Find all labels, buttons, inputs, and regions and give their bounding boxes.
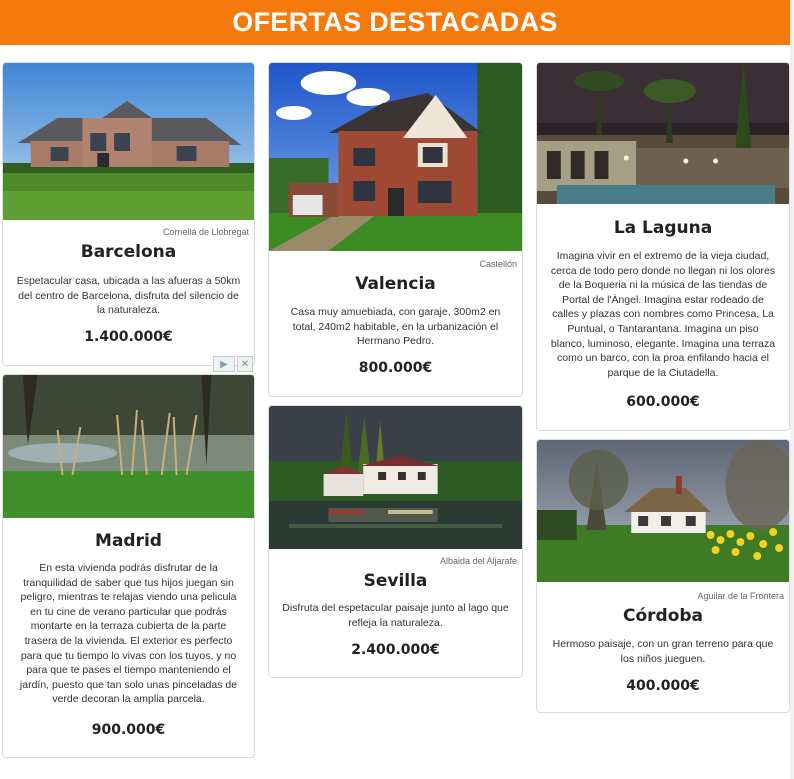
listing-price: 2.400.000€ xyxy=(351,642,440,658)
listing-description: Espetacular casa, ubicada a las afueras … xyxy=(16,275,241,317)
listing-description: Imagina vivir en el extremo de la vieja … xyxy=(550,250,776,379)
listing-card-sevilla[interactable]: Albaida del Aljarafe Sevilla Disfruta de… xyxy=(268,405,523,678)
listing-price: 800.000€ xyxy=(358,360,433,376)
listing-photo-madrid[interactable] xyxy=(3,375,254,518)
listing-location: Castellón xyxy=(479,259,517,269)
listing-card-barcelona[interactable]: Cornellá de Llobregat Barcelona Espetacu… xyxy=(2,62,255,366)
listing-description: Disfruta del espetacular paisaje junto a… xyxy=(282,602,509,629)
page-title: OFERTAS DESTACADAS xyxy=(232,7,558,37)
listing-location: Albaida del Aljarafe xyxy=(439,556,517,566)
listing-price: 600.000€ xyxy=(626,394,700,410)
listing-photo-barcelona[interactable] xyxy=(3,63,254,220)
listing-description: Casa muy amuebiada, con garaje, 300m2 en… xyxy=(290,306,501,348)
listing-photo-valencia[interactable] xyxy=(269,63,522,251)
ad-play-icon[interactable]: ▶ xyxy=(213,356,235,372)
listing-price: 1.400.000€ xyxy=(84,329,173,345)
ad-close-icon[interactable]: ✕ xyxy=(237,356,253,372)
listing-card-cordoba[interactable]: Aguilar de la Frontera Córdoba Hermoso p… xyxy=(536,439,790,713)
listing-card-madrid[interactable]: Madrid En esta vivienda podrás disfrutar… xyxy=(2,374,255,758)
listing-location: Cornellá de Llobregat xyxy=(162,227,249,237)
listing-description: En esta vivienda podrás disfrutar de la … xyxy=(19,562,238,706)
listing-city[interactable]: La Laguna xyxy=(537,218,789,238)
ad-badge[interactable]: ▶ ✕ xyxy=(213,356,253,372)
listing-price: 400.000€ xyxy=(626,678,700,694)
listing-city[interactable]: Madrid xyxy=(3,531,254,551)
listing-location: Aguilar de la Frontera xyxy=(697,591,784,601)
listing-city[interactable]: Córdoba xyxy=(537,606,789,626)
scrollbar[interactable] xyxy=(790,0,794,779)
listing-city[interactable]: Sevilla xyxy=(269,571,522,591)
page-header: OFERTAS DESTACADAS xyxy=(0,0,790,45)
listing-price: 900.000€ xyxy=(91,722,166,738)
listing-photo-la-laguna[interactable] xyxy=(537,63,789,204)
listing-description: Hermoso paisaje, con un gran terreno par… xyxy=(552,638,774,665)
listing-city[interactable]: Valencia xyxy=(269,274,522,294)
listing-city[interactable]: Barcelona xyxy=(3,242,254,262)
listing-photo-sevilla[interactable] xyxy=(269,406,522,549)
listing-card-valencia[interactable]: Castellón Valencia Casa muy amuebiada, c… xyxy=(268,62,523,397)
listing-card-la-laguna[interactable]: La Laguna Imagina vivir en el extremo de… xyxy=(536,62,790,431)
listing-photo-cordoba[interactable] xyxy=(537,440,789,582)
